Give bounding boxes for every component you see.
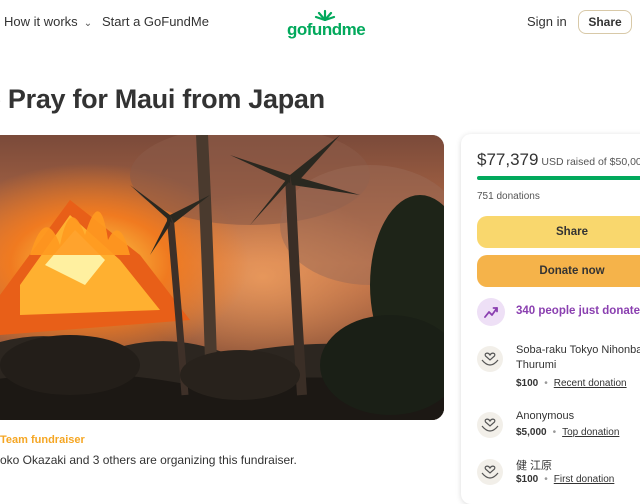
header-share-button[interactable]: Share [578, 10, 632, 34]
donation-meta: $100 • Recent donation [516, 378, 627, 389]
organizers-text: oko Okazaki and 3 others are organizing … [0, 453, 297, 467]
logo-wordmark: gofundme [287, 20, 366, 39]
progress-fill [477, 176, 640, 180]
raised-amount: $77,379 [477, 150, 539, 169]
donation-amount: $5,000 [516, 427, 547, 438]
share-button[interactable]: Share [477, 216, 640, 248]
start-gofundme-link[interactable]: Start a GoFundMe [102, 14, 209, 29]
donor-hands-icon [477, 412, 503, 438]
site-header: How it works ⌄ Start a GoFundMe gofundme … [0, 0, 640, 44]
donor-name: Anonymous [516, 410, 575, 422]
amount-raised: $77,379 USD raised of $50,000 [477, 150, 640, 170]
donor-hands-icon [477, 346, 503, 372]
raised-goal-text: USD raised of $50,000 [538, 156, 640, 168]
page-title: e Pray for Maui from Japan [0, 84, 325, 114]
donation-meta: $5,000 • Top donation [516, 427, 620, 438]
how-it-works-label: How it works [4, 14, 78, 29]
donation-count: 751 donations [477, 191, 540, 202]
team-fundraiser-label: Team fundraiser [0, 434, 85, 446]
gofundme-logo[interactable]: gofundme [287, 9, 366, 39]
chevron-down-icon: ⌄ [83, 18, 93, 29]
sign-in-link[interactable]: Sign in [527, 14, 567, 29]
fundraiser-hero-image [0, 135, 444, 420]
donor-name-line1: Soba-raku Tokyo Nihonbash [516, 344, 640, 356]
how-it-works-menu[interactable]: How it works ⌄ [4, 14, 92, 29]
donation-tag-link[interactable]: Recent donation [554, 378, 627, 389]
donation-sidebar-card: $77,379 USD raised of $50,000 751 donati… [461, 134, 640, 504]
donor-name: 健 江原 [516, 460, 553, 472]
donor-name-line2: Thurumi [516, 359, 557, 371]
donation-amount: $100 [516, 378, 539, 389]
donor-hands-icon [477, 459, 503, 485]
donor-name: Soba-raku Tokyo Nihonbash Thurumi [516, 344, 640, 374]
trending-text: 340 people just donated [516, 305, 640, 317]
donation-tag-link[interactable]: Top donation [562, 427, 619, 438]
trending-up-icon [477, 298, 505, 326]
progress-bar [477, 176, 640, 180]
donate-now-button[interactable]: Donate now [477, 255, 640, 287]
